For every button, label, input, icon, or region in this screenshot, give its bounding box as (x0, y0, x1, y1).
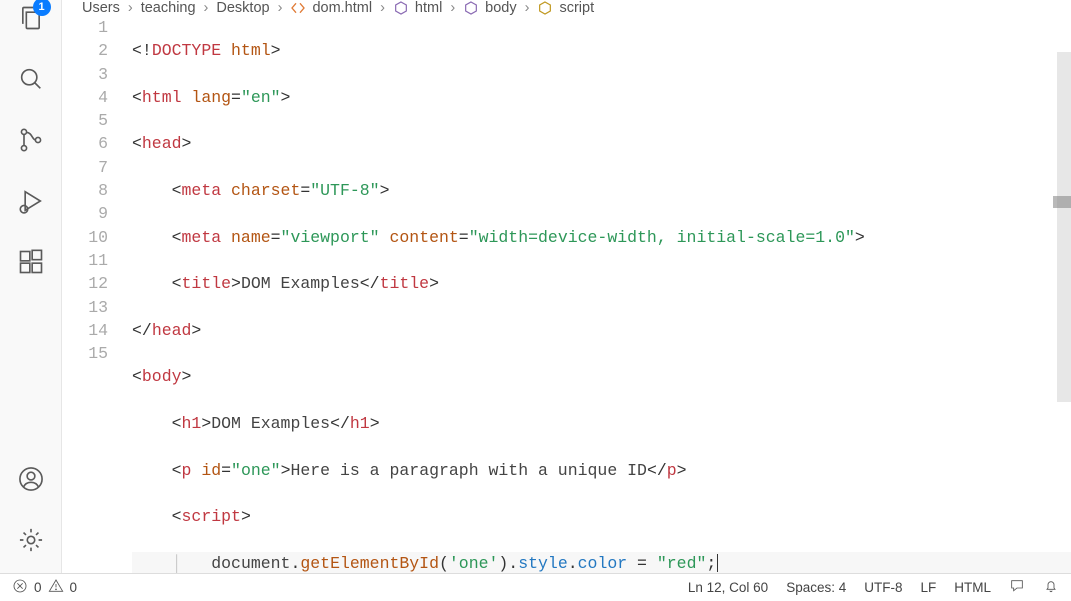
breadcrumb-segment[interactable]: teaching (141, 0, 196, 16)
breadcrumb-segment[interactable]: html (393, 0, 442, 16)
code-file-icon (290, 0, 306, 16)
encoding[interactable]: UTF-8 (864, 580, 902, 595)
status-bar: 0 0 Ln 12, Col 60 Spaces: 4 UTF-8 LF HTM… (0, 573, 1071, 601)
breadcrumb[interactable]: Users › teaching › Desktop › dom.html › html… (62, 0, 1071, 16)
chevron-right-icon: › (128, 0, 133, 16)
chevron-right-icon: › (525, 0, 530, 16)
symbol-icon (537, 0, 553, 16)
activity-bar: 1 (0, 0, 62, 573)
warning-count[interactable]: 0 (70, 580, 78, 595)
breadcrumb-segment[interactable]: dom.html (290, 0, 372, 16)
breadcrumb-segment[interactable]: Users (82, 0, 120, 16)
search-icon[interactable] (17, 65, 45, 98)
language-mode[interactable]: HTML (954, 580, 991, 595)
editor-pane: Users › teaching › Desktop › dom.html › html… (62, 0, 1071, 573)
explorer-badge: 1 (33, 0, 51, 16)
cursor-position[interactable]: Ln 12, Col 60 (688, 580, 768, 595)
breadcrumb-segment[interactable]: Desktop (216, 0, 269, 16)
source-control-icon[interactable] (17, 126, 45, 159)
notifications-bell-icon[interactable] (1043, 578, 1059, 597)
feedback-icon[interactable] (1009, 578, 1025, 597)
settings-gear-icon[interactable] (17, 526, 45, 559)
eol[interactable]: LF (920, 580, 936, 595)
indentation[interactable]: Spaces: 4 (786, 580, 846, 595)
error-icon[interactable] (12, 578, 28, 597)
code-content[interactable]: <!DOCTYPE html> <html lang="en"> <head> … (132, 16, 1071, 573)
run-debug-icon[interactable] (17, 187, 45, 220)
chevron-right-icon: › (278, 0, 283, 16)
breadcrumb-segment[interactable]: body (463, 0, 516, 16)
symbol-icon (393, 0, 409, 16)
explorer-icon[interactable]: 1 (17, 4, 45, 37)
code-editor[interactable]: 1 2 3 4 5 6 7 8 9 10 11 12 13 14 15 <!DO… (62, 16, 1071, 573)
account-icon[interactable] (17, 465, 45, 498)
symbol-icon (463, 0, 479, 16)
error-count[interactable]: 0 (34, 580, 42, 595)
chevron-right-icon: › (450, 0, 455, 16)
breadcrumb-segment[interactable]: script (537, 0, 594, 16)
minimap-viewport-indicator[interactable] (1053, 196, 1071, 208)
chevron-right-icon: › (204, 0, 209, 16)
warning-icon[interactable] (48, 578, 64, 597)
extensions-icon[interactable] (17, 248, 45, 281)
line-number-gutter: 1 2 3 4 5 6 7 8 9 10 11 12 13 14 15 (62, 16, 132, 573)
text-cursor (717, 554, 718, 572)
minimap[interactable] (1057, 52, 1071, 402)
chevron-right-icon: › (380, 0, 385, 16)
